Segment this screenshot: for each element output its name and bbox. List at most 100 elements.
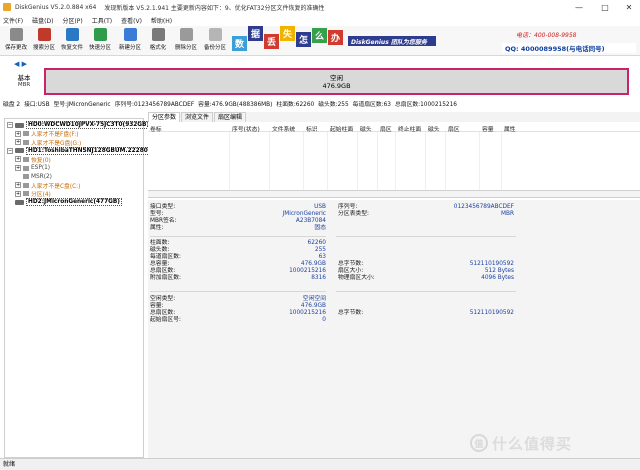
toolbar-label: 备份分区 xyxy=(203,45,226,51)
banner-tile: 怎 xyxy=(296,32,311,47)
menu-file[interactable]: 文件(F) xyxy=(3,16,23,25)
tree-node-label: ESP(1) xyxy=(31,165,51,171)
column-divider xyxy=(395,132,396,190)
tree-disk-node[interactable]: − HD0:WDCWD10JPVX-75JC3T0(932GB) xyxy=(7,121,152,129)
maximize-button[interactable]: □ xyxy=(592,0,618,14)
detail-label: 接口类型: xyxy=(150,204,176,210)
qq-text: QQ: 4000089958(与电话同号) xyxy=(502,43,636,53)
tree-expander-icon[interactable]: + xyxy=(15,130,21,137)
panel-splitter[interactable] xyxy=(148,190,640,198)
tree-expander-icon[interactable]: − xyxy=(7,147,13,154)
toolbar-button-3[interactable]: 快速分区 xyxy=(86,26,114,56)
toolbar-label: 快速分区 xyxy=(88,45,111,51)
prev-disk-button[interactable]: ◀ xyxy=(14,60,19,68)
ad-banner[interactable]: DiskGenius 团队为您服务 数据丢失怎么办 xyxy=(232,26,502,56)
window-title: DiskGenius V5.2.0.884 x64 xyxy=(15,3,97,11)
tree-expander-icon[interactable]: + xyxy=(15,139,21,146)
tree-expander-icon[interactable]: + xyxy=(15,190,21,197)
status-bar: 就绪 xyxy=(0,458,640,470)
disk-type-label: 基本 MBR xyxy=(10,72,38,88)
tree-expander-icon[interactable]: + xyxy=(15,165,21,171)
banner-tile: 办 xyxy=(328,30,343,45)
banner-tile: 失 xyxy=(280,26,295,41)
minimize-button[interactable]: — xyxy=(566,0,592,14)
partition-icon xyxy=(23,165,29,171)
detail-value: 512110190592 xyxy=(469,261,514,267)
tree-partition-node[interactable]: + 人家才不是F盘(F:) xyxy=(15,130,78,138)
detail-label: 型号: xyxy=(150,211,164,217)
toolbar-button-1[interactable]: 搜索分区 xyxy=(30,26,58,56)
tree-node-label: HD2:JMicronGeneric(477GB) xyxy=(26,198,122,207)
detail-value: A23B7084 xyxy=(295,218,326,224)
partition-table-body[interactable] xyxy=(148,132,640,190)
section-divider xyxy=(336,236,516,237)
new-partition-icon xyxy=(123,28,137,41)
menu-disk[interactable]: 磁盘(D) xyxy=(32,16,53,25)
partition-icon xyxy=(23,174,29,180)
tree-partition-node[interactable]: + 人家才不是G盘(G:) xyxy=(15,138,81,147)
partition-scheme: MBR xyxy=(17,82,31,88)
tree-partition-node[interactable]: + 恢复(0) xyxy=(15,155,51,164)
tab-sector-edit[interactable]: 扇区编辑 xyxy=(214,112,247,122)
tree-expander-icon[interactable]: + xyxy=(15,156,21,163)
tree-expander-icon[interactable]: + xyxy=(15,182,21,189)
toolbar-button-0[interactable]: 保存更改 xyxy=(2,26,30,56)
detail-label: 柱面数: xyxy=(150,240,170,246)
tab-browse-files[interactable]: 浏览文件 xyxy=(181,112,214,122)
detail-value: 8316 xyxy=(311,275,326,281)
tab-partition-params[interactable]: 分区参数 xyxy=(148,112,181,122)
watermark-logo-icon: 值 xyxy=(470,434,488,452)
tree-disk-node[interactable]: HD2:JMicronGeneric(477GB) xyxy=(7,198,122,207)
hard-disk-icon xyxy=(15,148,24,154)
detail-value: 62260 xyxy=(307,240,326,246)
close-button[interactable]: ✕ xyxy=(616,0,640,14)
disk-map-bar[interactable]: 空闲 476.9GB xyxy=(44,68,629,95)
column-divider xyxy=(501,132,502,190)
disk-type: 基本 xyxy=(17,74,31,82)
toolbar-button-4[interactable]: 新建分区 xyxy=(116,26,144,56)
disk-info-item: 序列号:0123456789ABCDEF xyxy=(114,102,195,108)
detail-label: 分区表类型: xyxy=(338,211,369,217)
menu-view[interactable]: 查看(V) xyxy=(121,16,142,25)
tree-node-label: 分区(4) xyxy=(31,192,51,199)
column-divider xyxy=(303,132,304,190)
tree-partition-node[interactable]: MSR(2) xyxy=(15,173,52,181)
toolbar-label: 新建分区 xyxy=(118,45,141,51)
column-divider xyxy=(479,132,480,190)
toolbar-button-5[interactable]: 格式化 xyxy=(144,26,172,56)
tree-partition-node[interactable]: + 人家才不是C盘(C:) xyxy=(15,181,80,190)
free-space-size: 476.9GB xyxy=(322,81,351,90)
tree-partition-node[interactable]: + ESP(1) xyxy=(15,164,50,172)
watermark-text: 什么值得买 xyxy=(492,434,573,453)
toolbar-button-6[interactable]: 删除分区 xyxy=(172,26,200,56)
next-disk-button[interactable]: ▶ xyxy=(22,60,27,68)
detail-value: USB xyxy=(314,204,326,210)
menu-help[interactable]: 帮助(H) xyxy=(151,16,172,25)
toolbar-button-7[interactable]: 备份分区 xyxy=(201,26,229,56)
hard-disk-icon xyxy=(15,199,24,205)
tree-disk-node[interactable]: − HD1:ToshibaTHNSNJ128GBUM.222801 xyxy=(7,146,154,155)
partition-table-header: 卷标 序号(状态) 文件系统 标识 起始柱面 磁头 扇区 终止柱面 磁头 扇区 容量 属性 xyxy=(148,122,640,133)
update-notice[interactable]: 发现新版本 V5.2.1.941 主要更新内容如下：9、优化FAT32分区文件恢… xyxy=(104,3,324,12)
banner-tile: 数 xyxy=(232,36,247,51)
disk-info-item: 型号:JMicronGeneric xyxy=(53,102,111,108)
tree-partition-node[interactable]: + 分区(4) xyxy=(15,190,51,198)
app-logo-icon xyxy=(3,3,11,11)
free-space-label: 空闲 xyxy=(330,73,343,82)
toolbar-button-2[interactable]: 恢复文件 xyxy=(58,26,86,56)
menu-tools[interactable]: 工具(T) xyxy=(92,16,112,25)
detail-label: 总扇区数: xyxy=(150,310,176,316)
detail-label: 总容量: xyxy=(150,261,170,267)
detail-label: 扇区大小: xyxy=(338,268,364,274)
contact-banner[interactable]: 电话：400-008-9958 QQ: 4000089958(与电话同号) xyxy=(502,26,640,56)
tree-expander-icon[interactable]: − xyxy=(7,122,13,128)
detail-label: 总字节数: xyxy=(338,261,364,267)
detail-value: 512110190592 xyxy=(469,310,514,316)
partition-icon xyxy=(23,139,29,145)
column-divider xyxy=(445,132,446,190)
menu-partition[interactable]: 分区(P) xyxy=(62,16,82,25)
detail-label: 属性: xyxy=(150,225,164,231)
quick-partition-icon xyxy=(93,28,107,41)
partition-icon xyxy=(23,156,29,162)
detail-label: 总扇区数: xyxy=(150,268,176,274)
